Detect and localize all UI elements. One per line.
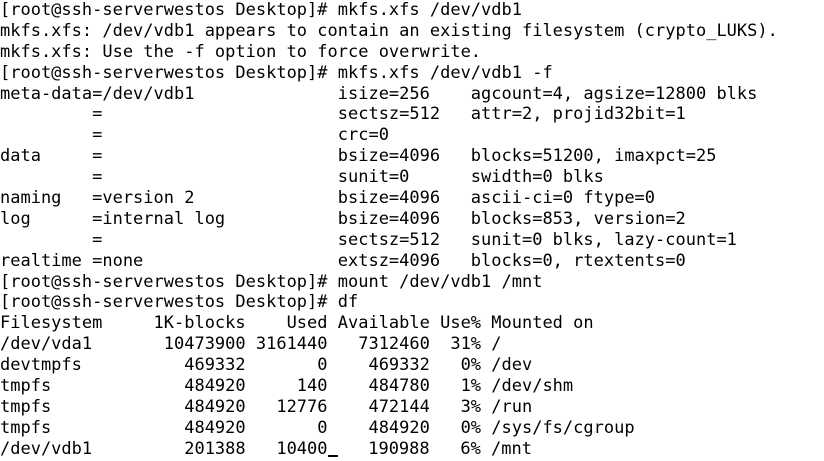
terminal-line: devtmpfs 469332 0 469332 0% /dev — [0, 355, 533, 376]
terminal-line: = sunit=0 swidth=0 blks — [0, 167, 604, 188]
text-cursor — [327, 454, 338, 457]
terminal-line: [root@ssh-serverwestos Desktop]# mkfs.xf… — [0, 0, 522, 20]
terminal-line: = crc=0 — [0, 125, 389, 146]
terminal-line-segment: /dev/vdb1 201388 10400 — [0, 438, 328, 459]
terminal-line: meta-data=/dev/vdb1 isize=256 agcount=4,… — [0, 83, 758, 104]
terminal-line: [root@ssh-serverwestos Desktop]# mount /… — [0, 271, 543, 292]
terminal-line: mkfs.xfs: /dev/vdb1 appears to contain a… — [0, 20, 778, 41]
terminal-line: tmpfs 484920 12776 472144 3% /run — [0, 396, 533, 417]
terminal-line: naming =version 2 bsize=4096 ascii-ci=0 … — [0, 188, 656, 209]
terminal-line: tmpfs 484920 140 484780 1% /dev/shm — [0, 376, 574, 397]
terminal-line: = sectsz=512 sunit=0 blks, lazy-count=1 — [0, 229, 737, 250]
terminal-line-segment: 190988 6% /mnt — [337, 438, 532, 459]
terminal-line: /dev/vda1 10473900 3161440 7312460 31% / — [0, 334, 502, 355]
terminal-line-last: /dev/vdb1 201388 10400 190988 6% /mnt — [0, 439, 824, 460]
terminal-line: log =internal log bsize=4096 blocks=853,… — [0, 208, 686, 229]
terminal-line: realtime =none extsz=4096 blocks=0, rtex… — [0, 250, 686, 271]
terminal-line: Filesystem 1K-blocks Used Available Use%… — [0, 313, 594, 334]
terminal-window[interactable]: [root@ssh-serverwestos Desktop]# mkfs.xf… — [0, 0, 824, 461]
terminal-line: [root@ssh-serverwestos Desktop]# df — [0, 292, 359, 313]
terminal-line: [root@ssh-serverwestos Desktop]# mkfs.xf… — [0, 62, 553, 83]
terminal-line: data = bsize=4096 blocks=51200, imaxpct=… — [0, 146, 717, 167]
terminal-line: = sectsz=512 attr=2, projid32bit=1 — [0, 104, 686, 125]
terminal-line: mkfs.xfs: Use the -f option to force ove… — [0, 41, 482, 62]
terminal-line: tmpfs 484920 0 484920 0% /sys/fs/cgroup — [0, 417, 635, 438]
